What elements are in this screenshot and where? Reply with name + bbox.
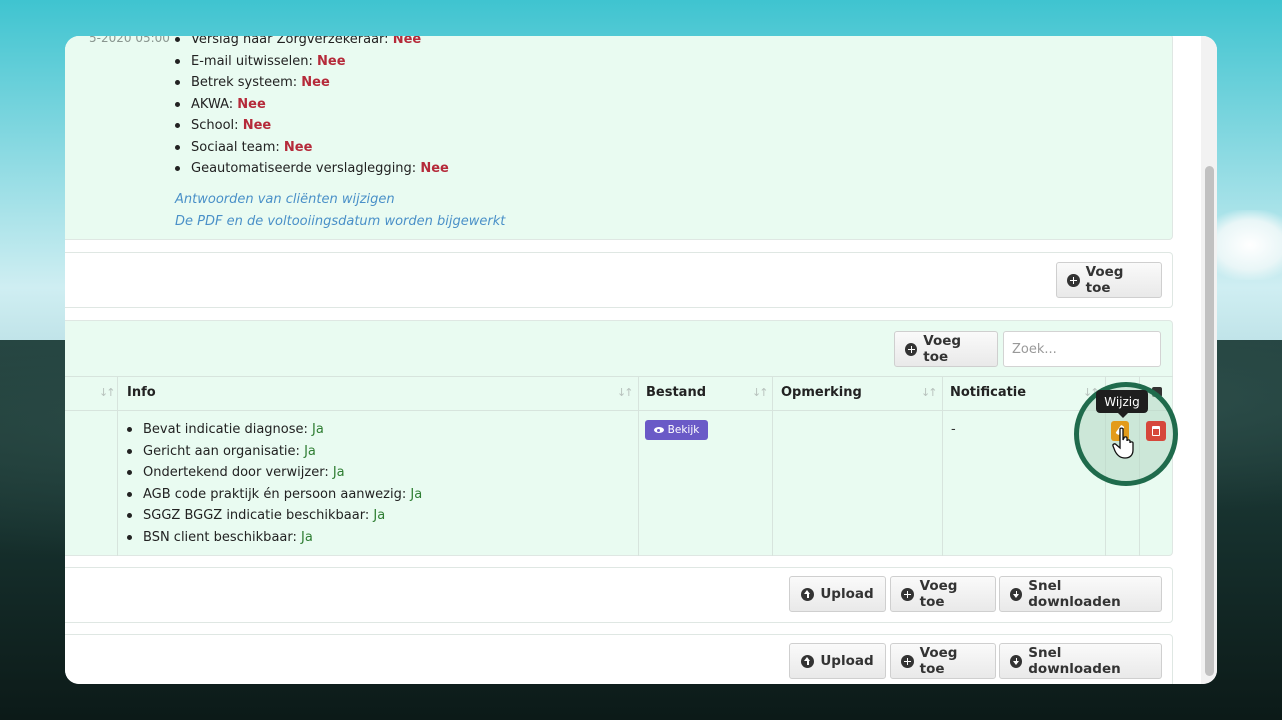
list-item: BSN client beschikbaar: Ja <box>125 527 422 549</box>
sort-icon[interactable]: ↓↑ <box>617 386 634 399</box>
app-window: 5-2020 05:00 Verslag naar Zorgverzekeraa… <box>65 36 1217 684</box>
sort-icon[interactable]: ↓↑ <box>752 386 769 399</box>
date-fragment: 5-2020 05:00 <box>89 36 170 45</box>
download-icon <box>1010 587 1023 601</box>
questionnaire-panel: 5-2020 05:00 Verslag naar Zorgverzekeraa… <box>65 36 1173 240</box>
plus-circle-icon <box>901 587 914 601</box>
list-item: AGB code praktijk én persoon aanwezig: J… <box>125 484 422 506</box>
list-item: School: Nee <box>173 115 449 137</box>
list-item: AKWA: Nee <box>173 94 449 116</box>
sort-icon[interactable]: ↓↑ <box>99 386 116 399</box>
list-item: Gericht aan organisatie: Ja <box>125 441 422 463</box>
list-item: E-mail uitwisselen: Nee <box>173 51 449 73</box>
view-file-button[interactable]: Bekijk <box>645 420 708 440</box>
list-item: Ondertekend door verwijzer: Ja <box>125 462 422 484</box>
column-divider <box>638 376 639 556</box>
attribute-list: Verslag naar Zorgverzekeraar: Nee E-mail… <box>173 36 449 180</box>
pdf-update-link[interactable]: De PDF en de voltooiingsdatum worden bij… <box>175 214 505 229</box>
empty-section-panel <box>65 252 1173 308</box>
list-item: SGGZ BGGZ indicatie beschikbaar: Ja <box>125 505 422 527</box>
column-header-notificatie[interactable]: Notificatie <box>950 385 1026 400</box>
list-item: Bevat indicatie diagnose: Ja <box>125 419 422 441</box>
plus-circle-icon <box>905 342 918 356</box>
column-header-info[interactable]: Info <box>127 385 156 400</box>
table-header-bottom-border <box>65 410 1173 411</box>
scrollbar-track[interactable] <box>1201 36 1217 684</box>
add-document-button[interactable]: Voeg toe <box>894 331 998 367</box>
upload-icon <box>801 654 815 668</box>
eye-icon <box>653 427 664 433</box>
upload-button[interactable]: Upload <box>789 643 886 679</box>
quick-download-button[interactable]: Snel downloaden <box>999 643 1162 679</box>
list-item: Sociaal team: Nee <box>173 137 449 159</box>
add-button[interactable]: Voeg toe <box>890 643 996 679</box>
download-icon <box>1010 654 1023 668</box>
info-list: Bevat indicatie diagnose: Ja Gericht aan… <box>125 419 422 548</box>
add-button[interactable]: Voeg toe <box>1056 262 1162 298</box>
plus-circle-icon <box>901 654 914 668</box>
trash-icon <box>1152 426 1160 436</box>
list-item: Geautomatiseerde verslaglegging: Nee <box>173 158 449 180</box>
column-divider <box>117 376 118 556</box>
add-button[interactable]: Voeg toe <box>890 576 996 612</box>
tooltip: Wijzig <box>1096 390 1148 418</box>
quick-download-button[interactable]: Snel downloaden <box>999 576 1162 612</box>
search-input[interactable] <box>1003 331 1161 367</box>
upload-button[interactable]: Upload <box>789 576 886 612</box>
upload-icon <box>801 587 815 601</box>
list-item: Betrek systeem: Nee <box>173 72 449 94</box>
column-header-opmerking[interactable]: Opmerking <box>781 385 862 400</box>
scrollbar-thumb[interactable] <box>1205 166 1214 676</box>
hand-cursor-icon <box>1112 427 1134 459</box>
column-divider <box>942 376 943 556</box>
table-header-top-border <box>65 376 1173 377</box>
column-divider <box>772 376 773 556</box>
sort-icon[interactable]: ↓↑ <box>921 386 938 399</box>
edit-answers-link[interactable]: Antwoorden van cliënten wijzigen <box>175 192 395 207</box>
list-item: Verslag naar Zorgverzekeraar: Nee <box>173 36 449 51</box>
delete-button[interactable] <box>1146 421 1166 441</box>
column-header-bestand[interactable]: Bestand <box>646 385 706 400</box>
plus-circle-icon <box>1067 273 1080 287</box>
notification-value: - <box>951 422 956 437</box>
